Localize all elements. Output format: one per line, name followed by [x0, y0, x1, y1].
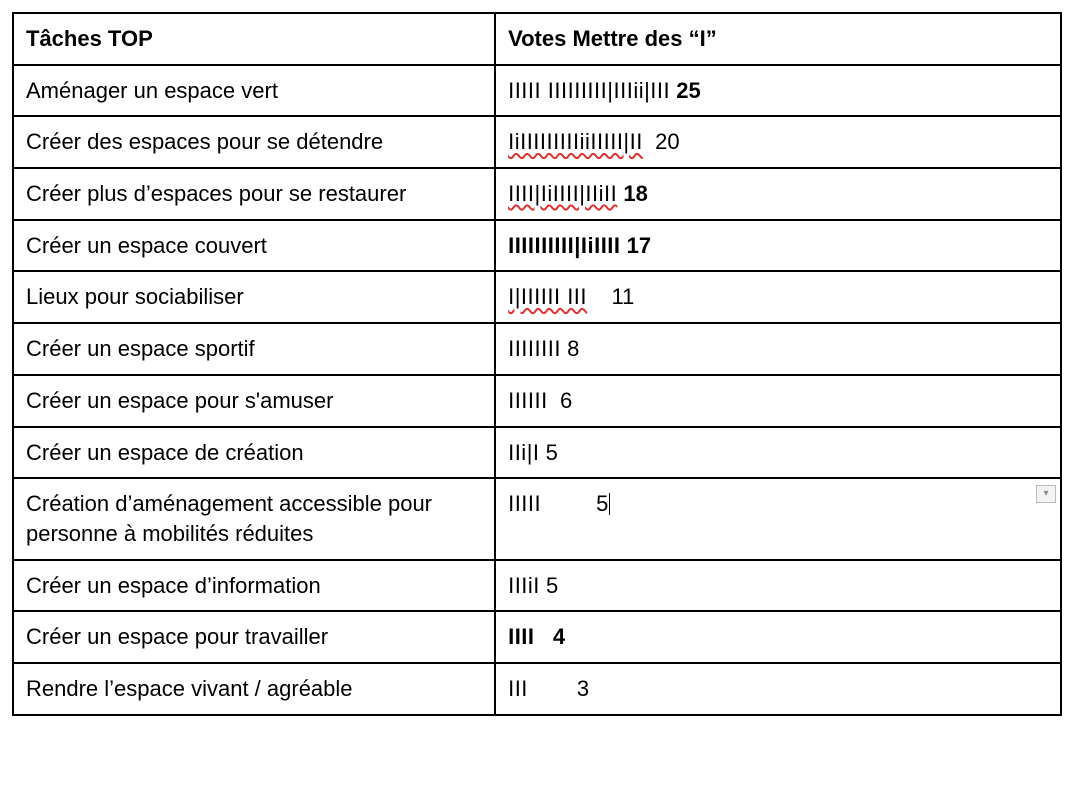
task-cell: Aménager un espace vert	[13, 65, 495, 117]
task-cell: Créer un espace couvert	[13, 220, 495, 272]
tally-marks: IIIIIIII	[508, 336, 561, 361]
votes-cell: IIIIIIII 8	[495, 323, 1061, 375]
header-votes: Votes Mettre des “I”	[495, 13, 1061, 65]
vote-count: 6	[548, 388, 572, 413]
votes-cell: IIIIII 6	[495, 375, 1061, 427]
votes-cell: IIII|IiIIII|IIiII 18	[495, 168, 1061, 220]
task-cell: Rendre l’espace vivant / agréable	[13, 663, 495, 715]
votes-cell: IIII 4	[495, 611, 1061, 663]
table-row: Créer des espaces pour se détendreIiIIII…	[13, 116, 1061, 168]
tally-marks: IIIII IIIIIIIII|IIIii|III	[508, 78, 670, 103]
task-cell: Créer des espaces pour se détendre	[13, 116, 495, 168]
table-header-row: Tâches TOP Votes Mettre des “I”	[13, 13, 1061, 65]
tally-marks: IIIIIIIIII|IiIIII	[508, 233, 620, 258]
task-cell: Créer un espace d’information	[13, 560, 495, 612]
task-cell: Créer un espace pour travailler	[13, 611, 495, 663]
vote-count: 5	[540, 573, 558, 598]
vote-count: 8	[561, 336, 579, 361]
vote-count: 25	[670, 78, 701, 103]
table-row: Créer un espace pour travaillerIIII 4	[13, 611, 1061, 663]
votes-cell: IIIII IIIIIIIII|IIIii|III 25	[495, 65, 1061, 117]
table-row: Créer un espace sportifIIIIIIII 8	[13, 323, 1061, 375]
task-cell: Créer un espace pour s'amuser	[13, 375, 495, 427]
vote-count: 11	[587, 284, 634, 309]
dropdown-icon[interactable]: ▾	[1036, 485, 1056, 503]
table-row: Créer plus d’espaces pour se restaurerII…	[13, 168, 1061, 220]
table-row: Rendre l’espace vivant / agréableIII 3	[13, 663, 1061, 715]
tally-marks: IIII	[508, 624, 534, 649]
votes-cell: I|IIIIII III 11	[495, 271, 1061, 323]
votes-cell: IIIII 5 ▾	[495, 478, 1061, 559]
tally-marks: III	[508, 676, 528, 701]
tally-marks: I|IIIIII III	[508, 284, 587, 309]
task-cell: Créer un espace sportif	[13, 323, 495, 375]
vote-count: 4	[535, 624, 566, 649]
vote-count: 18	[617, 181, 648, 206]
vote-count: 5	[541, 491, 608, 516]
vote-count: 3	[528, 676, 589, 701]
votes-cell: IIIIIIIIII|IiIIII 17	[495, 220, 1061, 272]
vote-count: 20	[643, 129, 680, 154]
text-cursor	[609, 493, 610, 515]
table-row: Créer un espace de créationIIi|I 5	[13, 427, 1061, 479]
table-row: Créer un espace pour s'amuserIIIIII 6	[13, 375, 1061, 427]
votes-cell: IIi|I 5	[495, 427, 1061, 479]
votes-cell: IiIIIIIIIIIiiIIIII|II 20	[495, 116, 1061, 168]
header-tasks: Tâches TOP	[13, 13, 495, 65]
task-cell: Créer un espace de création	[13, 427, 495, 479]
tally-marks: IIIII	[508, 491, 541, 516]
table-row: Créer un espace couvertIIIIIIIIII|IiIIII…	[13, 220, 1061, 272]
task-cell: Création d’aménagement accessible pour p…	[13, 478, 495, 559]
top-tasks-table: Tâches TOP Votes Mettre des “I” Aménager…	[12, 12, 1062, 716]
tally-marks: IIII|IiIIII|IIiII	[508, 181, 617, 206]
table-row: Lieux pour sociabiliserI|IIIIII III 11	[13, 271, 1061, 323]
task-cell: Créer plus d’espaces pour se restaurer	[13, 168, 495, 220]
table-row: Créer un espace d’informationIIIiI 5	[13, 560, 1061, 612]
tally-marks: IiIIIIIIIIIiiIIIII|II	[508, 129, 643, 154]
tally-marks: IIIIII	[508, 388, 548, 413]
votes-cell: III 3	[495, 663, 1061, 715]
vote-count: 17	[621, 233, 652, 258]
vote-count: 5	[540, 440, 558, 465]
table-row: Aménager un espace vertIIIII IIIIIIIII|I…	[13, 65, 1061, 117]
tally-marks: IIIiI	[508, 573, 540, 598]
table-row: Création d’aménagement accessible pour p…	[13, 478, 1061, 559]
votes-cell: IIIiI 5	[495, 560, 1061, 612]
task-cell: Lieux pour sociabiliser	[13, 271, 495, 323]
tally-marks: IIi|I	[508, 440, 539, 465]
